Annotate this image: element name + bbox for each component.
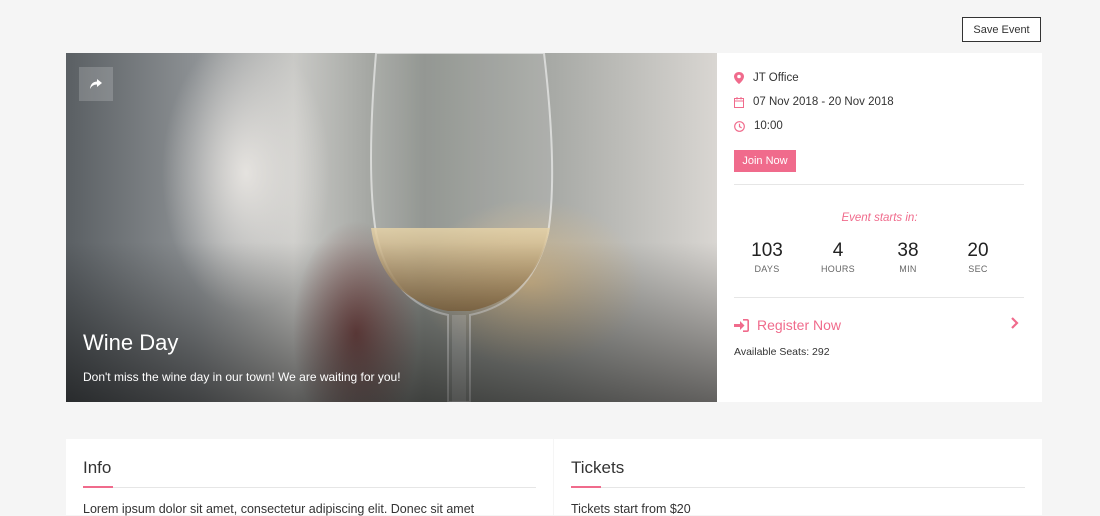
tickets-card: Tickets Tickets start from $20 [554, 439, 1042, 516]
tickets-title: Tickets [571, 458, 625, 477]
countdown-label: Event starts in: [841, 212, 918, 224]
event-hero: Wine Day Don't miss the wine day in our … [66, 53, 717, 402]
countdown-value: 103 [751, 240, 783, 261]
register-now-label: Register Now [757, 317, 842, 333]
event-details-panel: JT Office 07 Nov 2018 - 20 Nov 2018 10:0… [717, 53, 1042, 402]
date-row: 07 Nov 2018 - 20 Nov 2018 [734, 96, 894, 108]
share-icon [90, 79, 102, 89]
info-text: Lorem ipsum dolor sit amet, consectetur … [83, 502, 475, 516]
share-button[interactable] [79, 67, 113, 101]
countdown-unit: MIN [899, 264, 917, 274]
countdown-days: 103 DAYS [732, 240, 802, 274]
clock-icon [734, 120, 745, 132]
event-subtitle: Don't miss the wine day in our town! We … [83, 370, 401, 384]
calendar-icon [734, 96, 744, 108]
save-event-button[interactable]: Save Event [962, 17, 1041, 42]
available-seats: Available Seats: 292 [734, 346, 830, 358]
countdown-value: 4 [832, 240, 844, 261]
tickets-text: Tickets start from $20 [571, 502, 691, 516]
info-title: Info [83, 458, 112, 477]
event-location: JT Office [753, 72, 799, 84]
countdown-unit: DAYS [754, 264, 780, 274]
divider [83, 487, 536, 488]
event-dates: 07 Nov 2018 - 20 Nov 2018 [753, 96, 894, 108]
info-card: Info Lorem ipsum dolor sit amet, consect… [66, 439, 553, 516]
countdown-seconds: 20 SEC [943, 240, 1013, 274]
event-time: 10:00 [754, 120, 783, 132]
title-accent [83, 486, 113, 488]
countdown-minutes: 38 MIN [873, 240, 943, 274]
join-now-button[interactable]: Join Now [734, 150, 796, 172]
countdown-hours: 4 HOURS [803, 240, 873, 274]
divider [571, 487, 1025, 488]
sign-in-icon [734, 318, 749, 332]
countdown-value: 38 [897, 240, 919, 261]
countdown-unit: SEC [968, 264, 988, 274]
time-row: 10:00 [734, 120, 783, 132]
title-accent [571, 486, 601, 488]
divider [734, 184, 1024, 185]
location-row: JT Office [734, 72, 799, 84]
countdown-unit: HOURS [820, 264, 855, 274]
register-now-link[interactable]: Register Now [734, 317, 841, 333]
chevron-right-icon[interactable] [1010, 317, 1019, 329]
event-title: Wine Day [83, 330, 179, 355]
map-marker-icon [734, 72, 744, 84]
divider [734, 297, 1024, 298]
countdown-value: 20 [967, 240, 989, 261]
